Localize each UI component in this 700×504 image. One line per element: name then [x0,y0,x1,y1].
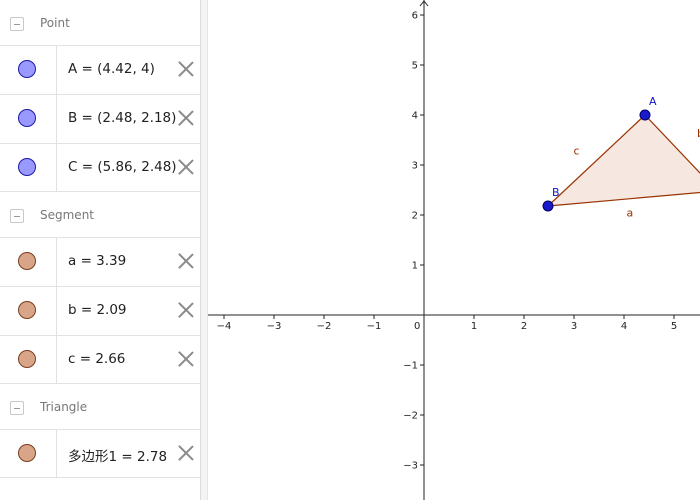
x-tick-label: 4 [621,321,627,332]
marble-cell [0,336,57,383]
x-tick-label: −4 [217,321,232,332]
group-header-segment[interactable]: Segment [0,192,200,239]
algebra-expression[interactable]: A = (4.42, 4) [68,61,155,77]
algebra-view: Point A = (4.42, 4) B = (2.48, 2.18) C =… [0,0,200,500]
collapse-segment-icon[interactable] [10,209,24,223]
collapse-triangle-icon[interactable] [10,401,24,415]
algebra-expression[interactable]: C = (5.86, 2.48) [68,159,177,175]
visibility-toggle-icon[interactable] [18,350,36,368]
visibility-toggle-icon[interactable] [18,252,36,270]
x-tick-label: 0 [414,321,420,332]
delete-icon[interactable] [176,443,196,463]
y-tick-label: −3 [403,461,418,472]
group-label-segment: Segment [40,208,94,222]
marble-cell [0,46,57,94]
x-tick-label: 1 [471,321,477,332]
marble-cell [0,287,57,335]
algebra-item-a[interactable]: a = 3.39 [0,237,200,286]
algebra-expression[interactable]: b = 2.09 [68,302,127,318]
collapse-point-icon[interactable] [10,17,24,31]
point-label-A: A [649,95,657,108]
delete-icon[interactable] [176,59,196,79]
graphics-view[interactable]: −4−3−2−1012345654321−1−2−3 abcABC [208,0,700,500]
algebra-item-C[interactable]: C = (5.86, 2.48) [0,143,200,192]
marble-cell [0,430,57,477]
x-tick-label: −1 [367,321,382,332]
segment-label-c: c [574,145,580,158]
y-tick-label: −2 [403,411,418,422]
y-tick-label: 6 [412,11,418,22]
delete-icon[interactable] [176,349,196,369]
segment-label-a: a [627,207,634,220]
group-label-triangle: Triangle [40,400,88,414]
group-header-triangle[interactable]: Triangle [0,384,200,431]
algebra-item-b[interactable]: b = 2.09 [0,286,200,335]
algebra-expression[interactable]: a = 3.39 [68,253,126,269]
visibility-toggle-icon[interactable] [18,109,36,127]
algebra-expression[interactable]: c = 2.66 [68,351,125,367]
visibility-toggle-icon[interactable] [18,444,36,462]
algebra-item-polygon1[interactable]: 多边形1 = 2.78 [0,429,200,478]
x-tick-label: −3 [267,321,282,332]
x-tick-label: −2 [317,321,332,332]
delete-icon[interactable] [176,157,196,177]
marble-cell [0,95,57,143]
y-tick-label: 4 [412,111,418,122]
delete-icon[interactable] [176,108,196,128]
view-splitter[interactable] [200,0,208,500]
delete-icon[interactable] [176,300,196,320]
axes: −4 −3 −2 −1 0 1 2 3 4 5 6 5 4 3 2 1 −1 −2 −3 [208,0,700,500]
x-tick-label: 3 [571,321,577,332]
graphics-canvas[interactable]: −4−3−2−1012345654321−1−2−3 abcABC [208,0,700,500]
y-tick-label: 2 [412,211,418,222]
visibility-toggle-icon[interactable] [18,301,36,319]
marble-cell [0,144,57,191]
y-tick-label: 5 [412,61,418,72]
x-tick-label: 2 [521,321,527,332]
triangle-polygon1[interactable] [548,115,700,206]
visibility-toggle-icon[interactable] [18,60,36,78]
y-tick-label: 3 [412,161,418,172]
group-label-point: Point [40,16,70,30]
visibility-toggle-icon[interactable] [18,158,36,176]
point-B[interactable] [542,200,554,212]
group-header-point[interactable]: Point [0,0,200,47]
x-tick-label: 5 [671,321,677,332]
marble-cell [0,238,57,286]
delete-icon[interactable] [176,251,196,271]
y-tick-label: −1 [403,361,418,372]
point-label-B: B [552,186,560,199]
y-tick-label: 1 [412,261,418,272]
algebra-expression[interactable]: B = (2.48, 2.18) [68,110,176,126]
algebra-expression[interactable]: 多边形1 = 2.78 [68,445,167,465]
algebra-item-B[interactable]: B = (2.48, 2.18) [0,94,200,143]
algebra-item-c[interactable]: c = 2.66 [0,335,200,384]
algebra-item-A[interactable]: A = (4.42, 4) [0,45,200,94]
point-A[interactable] [639,109,651,121]
